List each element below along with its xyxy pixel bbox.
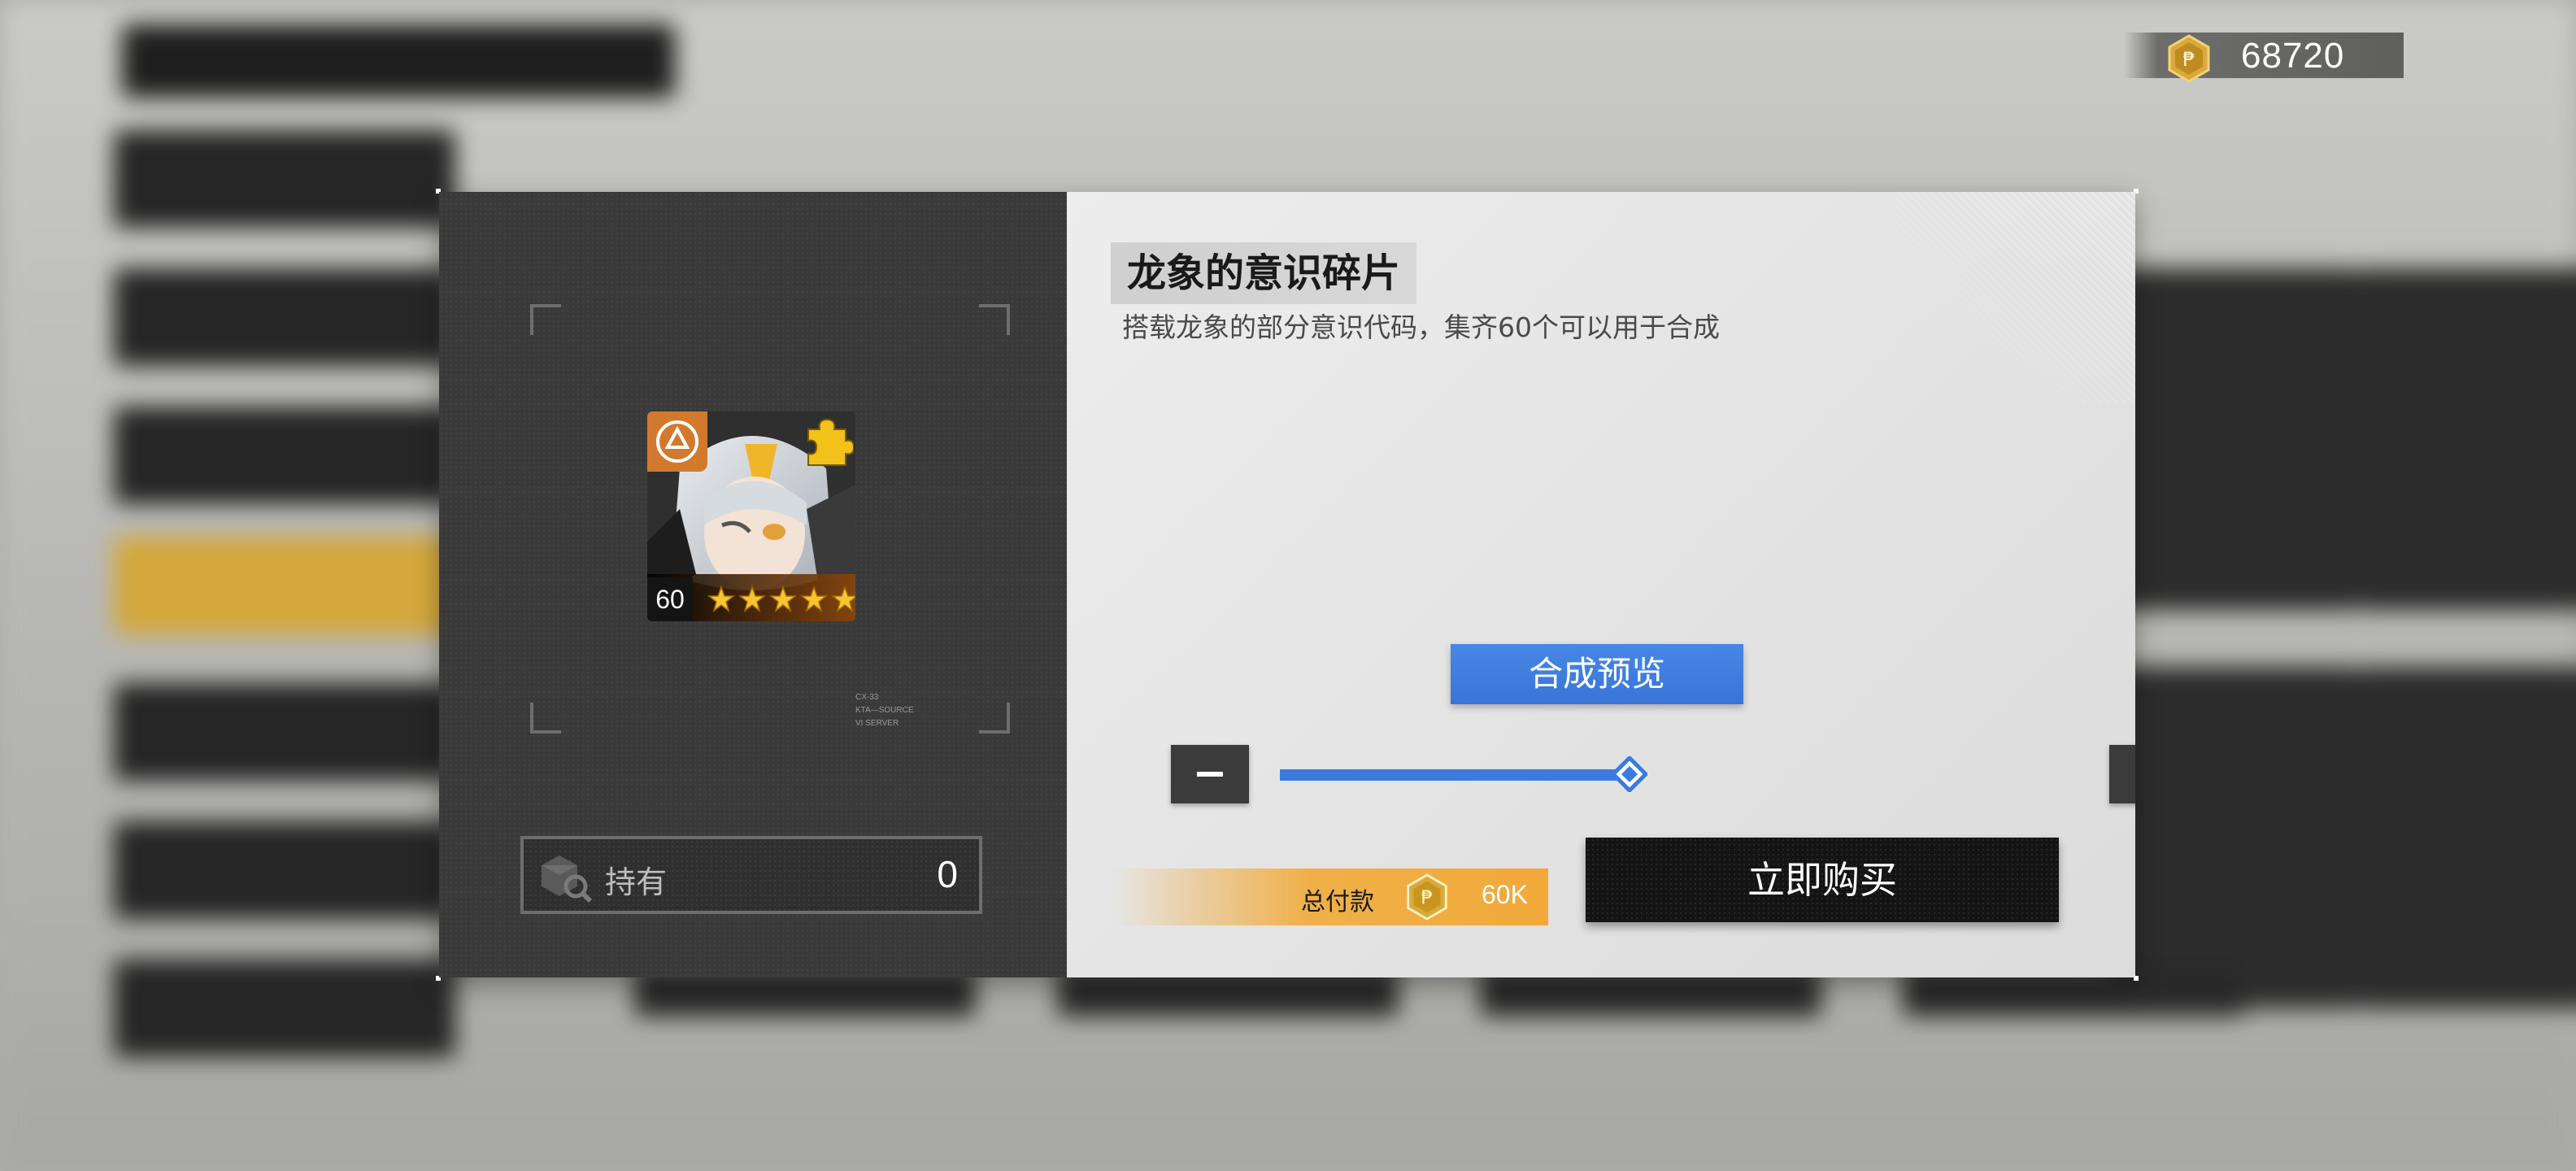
card-side-tags: CX-33 KTA—SOURCE VI SERVER [855,691,914,730]
buy-now-button[interactable]: 立即购买 [1586,838,2059,922]
minus-icon [1197,772,1223,777]
item-preview-panel: 60 CX-33 KTA—SOURCE VI SERVER 持有 0 [439,192,1067,977]
total-label: 总付款 [1301,888,1374,916]
frame-bracket [530,304,561,335]
star-icon [800,586,828,612]
purchase-details-panel: 龙象的意识碎片 搭载龙象的部分意识代码，集齐60个可以用于合成 合成预览 总付款… [1067,192,2135,977]
slider-fill [1280,769,1630,781]
owned-count-box: 持有 0 [520,836,982,914]
currency-amount: 68720 [2241,36,2345,76]
coin-icon: ₱ [1407,873,1447,921]
star-icon [831,586,855,612]
side-tag: VI SERVER [855,719,899,728]
owned-label: 持有 [605,864,668,900]
total-amount: 60K [1482,880,1528,909]
item-description: 搭载龙象的部分意识代码，集齐60个可以用于合成 [1122,311,1720,343]
item-count: 60 [647,577,693,621]
increase-quantity-button[interactable] [2109,745,2135,803]
star-icon [769,586,797,612]
decorative-hatch [1891,192,2135,403]
game-screen: ₱ 68720 60 CX-33 KTA—SOURCE VI SERVER 持有… [0,0,2576,1171]
item-icon-card[interactable]: 60 [647,411,855,621]
rarity-stars [707,586,855,613]
decrease-quantity-button[interactable] [1171,745,1249,803]
currency-display: ₱ 68720 [2124,33,2404,83]
frame-bracket [530,703,561,734]
slider-handle[interactable] [1610,755,1649,794]
inventory-search-icon [542,855,593,903]
buy-now-label: 立即购买 [1747,858,1897,902]
purchase-dialog: 60 CX-33 KTA—SOURCE VI SERVER 持有 0 龙象的意识… [436,189,2139,981]
star-icon [738,586,766,612]
side-tag: CX-33 [855,693,879,702]
frame-bracket [979,304,1010,335]
puzzle-piece-icon [807,418,854,466]
svg-text:₱: ₱ [2182,48,2195,71]
frame-bracket [979,703,1010,734]
plus-icon [2132,745,2135,803]
quantity-slider[interactable] [1280,755,1649,794]
svg-text:₱: ₱ [1421,887,1434,909]
coin-icon: ₱ [2168,34,2210,83]
star-icon [707,586,735,612]
owned-value: 0 [937,853,958,895]
side-tag: KTA—SOURCE [855,706,914,715]
total-payment-bar: 总付款 ₱ 60K [1112,868,1548,925]
item-title: 龙象的意识碎片 [1111,242,1417,304]
synthesis-preview-button[interactable]: 合成预览 [1451,644,1743,704]
element-icon [647,411,707,472]
